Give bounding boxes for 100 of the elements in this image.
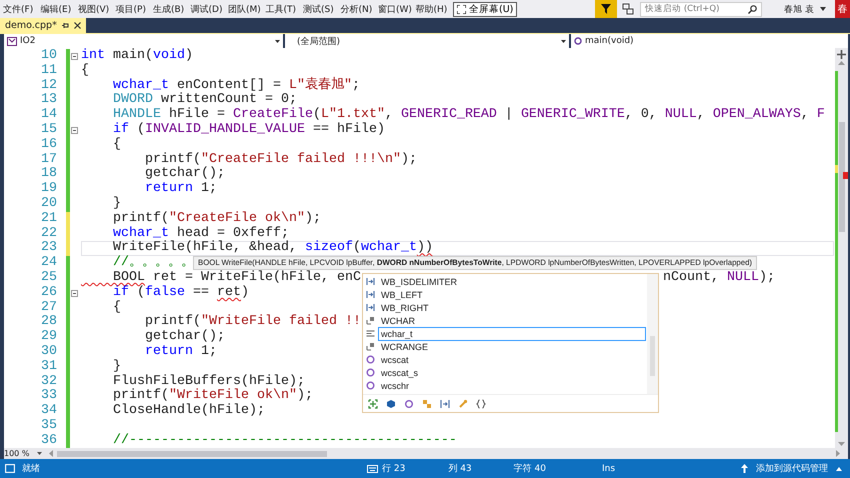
- code-line: wchar_t head = 0xfeff;: [112, 226, 289, 241]
- line-number: 17: [40, 152, 57, 167]
- feedback-icon[interactable]: [622, 3, 634, 15]
- menu-item[interactable]: 团队(M): [228, 2, 266, 16]
- line-number: 31: [40, 360, 57, 375]
- completion-item[interactable]: WCHAR: [378, 314, 646, 328]
- collapse-icon[interactable]: [71, 53, 78, 60]
- code-line: getchar();: [144, 329, 225, 344]
- caret-icon: [37, 452, 42, 455]
- code-line: printf("CreateFile failed !!!\n");: [144, 152, 417, 167]
- code-line: {: [81, 62, 89, 78]
- braces-filter-icon[interactable]: [476, 398, 486, 408]
- member-dropdown[interactable]: main(void): [571, 34, 848, 48]
- up-arrow-icon: [741, 464, 748, 473]
- scope-dropdown[interactable]: (全局范围): [285, 34, 569, 48]
- line-number: 13: [40, 93, 57, 108]
- code-line: {: [112, 300, 121, 315]
- class-filter-icon[interactable]: [386, 398, 396, 408]
- line-number: 14: [40, 108, 57, 123]
- collapse-icon[interactable]: [71, 290, 78, 297]
- caret-icon[interactable]: [820, 7, 826, 11]
- code-line: //。。。。。: [112, 255, 194, 270]
- code-line: CloseHandle(hFile);: [112, 403, 265, 418]
- menu-item[interactable]: 测试(S): [303, 2, 340, 16]
- code-line: getchar();: [144, 166, 225, 182]
- line-number: 11: [40, 64, 57, 79]
- vertical-scrollbar[interactable]: [835, 48, 848, 448]
- line-number: 25: [40, 270, 57, 286]
- completion-item[interactable]: wchar_t: [378, 326, 646, 340]
- scroll-thumb[interactable]: [57, 450, 327, 456]
- project-dropdown[interactable]: IO2: [4, 34, 283, 48]
- enum-member-icon: [366, 290, 375, 299]
- project-icon: [7, 36, 17, 46]
- expand-icon: [457, 4, 466, 14]
- completion-item[interactable]: wcscat_s: [378, 366, 646, 380]
- menu-item[interactable]: 项目(P): [116, 2, 153, 16]
- code-line: return 1;: [144, 344, 217, 359]
- line-number: 18: [40, 167, 57, 182]
- caret-icon[interactable]: [836, 466, 842, 470]
- menu-item[interactable]: 分析(N): [340, 2, 378, 16]
- menu-item[interactable]: 帮助(H): [416, 2, 453, 16]
- code-line: BOOL ret = WriteFile(hFile, enC: [112, 270, 361, 285]
- code-line: wchar_t enContent[] = L"袁春旭";: [112, 78, 360, 93]
- zoom-dropdown[interactable]: 100 %: [4, 449, 34, 458]
- filter-button[interactable]: [595, 0, 618, 18]
- menu-item[interactable]: 工具(T): [266, 2, 303, 16]
- line-number: 27: [40, 300, 57, 315]
- character-indicator: 字符 40: [514, 462, 546, 475]
- line-number: 36: [40, 434, 57, 448]
- line-number: 32: [40, 374, 57, 389]
- code-line: //-----------------------------------------: [112, 432, 457, 448]
- enum-member-icon: [366, 303, 375, 312]
- scroll-thumb[interactable]: [839, 122, 845, 232]
- code-line: DWORD writtenCount = 0;: [112, 92, 297, 108]
- menu-item[interactable]: 窗口(W): [378, 2, 416, 16]
- collapse-icon[interactable]: [71, 126, 78, 134]
- enum-member-icon: [366, 277, 375, 286]
- split-icon[interactable]: [837, 50, 846, 59]
- completion-item[interactable]: WB_LEFT: [378, 288, 646, 302]
- column-indicator: 列 43: [448, 462, 472, 475]
- code-line: if (INVALID_HANDLE_VALUE == hFile): [112, 122, 385, 137]
- line-number: 29: [40, 330, 57, 345]
- menu-item[interactable]: 文件(F): [3, 2, 40, 16]
- code-line: nCount, NULL);: [663, 270, 775, 286]
- fullscreen-button[interactable]: 全屏幕(U): [453, 2, 518, 16]
- code-line: return 1;: [144, 181, 217, 196]
- error-marker: [843, 172, 848, 179]
- code-line: printf("WriteFile failed !!: [144, 314, 361, 330]
- function-filter-icon[interactable]: [404, 398, 414, 408]
- source-control-button[interactable]: 添加到源代码管理: [756, 462, 828, 475]
- code-line: WriteFile(hFile, &head, sizeof(wchar_t)): [112, 240, 433, 256]
- close-icon[interactable]: [74, 22, 81, 29]
- line-number: 21: [40, 212, 57, 227]
- user-avatar[interactable]: 春: [835, 0, 850, 18]
- menu-item[interactable]: 编辑(E): [40, 2, 78, 16]
- user-name[interactable]: 春旭 袁: [784, 2, 814, 16]
- completion-item[interactable]: wcscat: [378, 352, 646, 366]
- enum-filter-icon[interactable]: [440, 398, 450, 408]
- function-icon: [574, 37, 582, 45]
- change-overview-marker: [835, 165, 838, 173]
- code-line: {: [112, 136, 121, 152]
- completion-item[interactable]: WCRANGE: [378, 340, 646, 354]
- funnel-icon: [601, 4, 612, 14]
- menu-item[interactable]: 视图(V): [78, 2, 116, 16]
- window-icon: [5, 464, 15, 473]
- line-number: 35: [40, 418, 57, 434]
- completion-item[interactable]: wcschr: [378, 378, 646, 392]
- scrollbar[interactable]: [647, 274, 658, 394]
- line-number: 28: [40, 315, 57, 330]
- line-number: 34: [40, 404, 57, 419]
- macro-filter-icon[interactable]: [368, 398, 378, 408]
- completion-item[interactable]: WB_RIGHT: [378, 300, 646, 314]
- type-icon: [366, 329, 375, 338]
- code-line: }: [112, 196, 121, 211]
- completion-item[interactable]: WB_ISDELIMITER: [378, 274, 646, 288]
- pin-icon[interactable]: [62, 22, 69, 29]
- document-tab[interactable]: demo.cpp*: [0, 18, 86, 33]
- quick-launch-field[interactable]: 快速启动 (Ctrl+Q): [640, 2, 762, 16]
- menu-item[interactable]: 生成(B): [153, 2, 190, 16]
- menu-item[interactable]: 调试(D): [190, 2, 228, 16]
